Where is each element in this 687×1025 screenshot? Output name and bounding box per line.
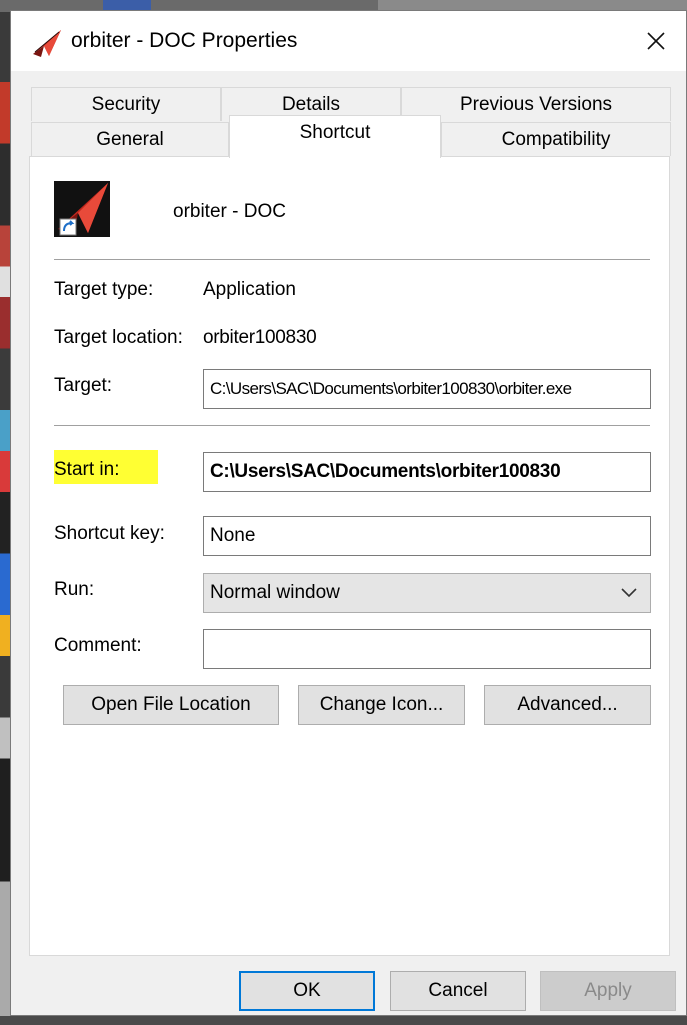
comment-input[interactable] — [203, 629, 651, 669]
target-label: Target: — [54, 375, 113, 396]
target-location-label: Target location: — [54, 327, 183, 348]
tab-general-label: General — [96, 128, 164, 150]
cancel-label: Cancel — [428, 980, 488, 1001]
close-icon — [647, 32, 665, 50]
shortcut-key-label: Shortcut key: — [54, 523, 165, 544]
tab-security-label: Security — [91, 93, 161, 115]
target-type-value: Application — [203, 279, 296, 300]
shortcut-icon — [54, 181, 110, 237]
change-icon-button[interactable]: Change Icon... — [298, 685, 465, 725]
separator-middle — [54, 425, 650, 426]
tab-shortcut[interactable]: Shortcut — [229, 115, 441, 158]
run-select-value: Normal window — [210, 582, 340, 603]
advanced-button[interactable]: Advanced... — [484, 685, 651, 725]
chevron-down-icon — [621, 588, 637, 598]
tab-compatibility-label: Compatibility — [501, 128, 611, 150]
target-input[interactable]: C:\Users\SAC\Documents\orbiter100830\orb… — [203, 369, 651, 409]
apply-label: Apply — [584, 980, 632, 1001]
advanced-label: Advanced... — [517, 694, 618, 715]
properties-dialog: orbiter - DOC Properties Security Detail… — [10, 10, 687, 1016]
tab-details-label: Details — [281, 93, 341, 115]
tab-previous-versions-label: Previous Versions — [459, 93, 613, 115]
start-in-input[interactable]: C:\Users\SAC\Documents\orbiter100830 — [203, 452, 651, 492]
comment-label: Comment: — [54, 635, 142, 656]
change-icon-label: Change Icon... — [319, 694, 444, 715]
tab-compatibility[interactable]: Compatibility — [441, 122, 671, 156]
apply-button[interactable]: Apply — [540, 971, 676, 1011]
open-file-location-label: Open File Location — [91, 694, 251, 715]
title-bar: orbiter - DOC Properties — [11, 11, 686, 71]
tab-security[interactable]: Security — [31, 87, 221, 121]
separator-top — [54, 259, 650, 260]
shortcut-key-input[interactable]: None — [203, 516, 651, 556]
tab-previous-versions[interactable]: Previous Versions — [401, 87, 671, 121]
shortcut-tab-panel: orbiter - DOC Target type: Application T… — [29, 156, 670, 956]
tab-shortcut-label: Shortcut — [299, 122, 371, 143]
cancel-button[interactable]: Cancel — [390, 971, 526, 1011]
orbiter-app-icon — [33, 30, 61, 57]
desktop-background-bottom — [0, 1016, 687, 1025]
tab-general[interactable]: General — [31, 122, 229, 156]
window-title: orbiter - DOC Properties — [71, 29, 298, 52]
run-select[interactable]: Normal window — [203, 573, 651, 613]
shortcut-name: orbiter - DOC — [173, 201, 286, 222]
run-label: Run: — [54, 579, 95, 600]
open-file-location-button[interactable]: Open File Location — [63, 685, 279, 725]
ok-button[interactable]: OK — [239, 971, 375, 1011]
target-location-value: orbiter100830 — [203, 327, 317, 348]
start-in-label: Start in: — [54, 459, 120, 480]
target-type-label: Target type: — [54, 279, 154, 300]
close-button[interactable] — [626, 11, 686, 71]
ok-label: OK — [293, 980, 321, 1001]
